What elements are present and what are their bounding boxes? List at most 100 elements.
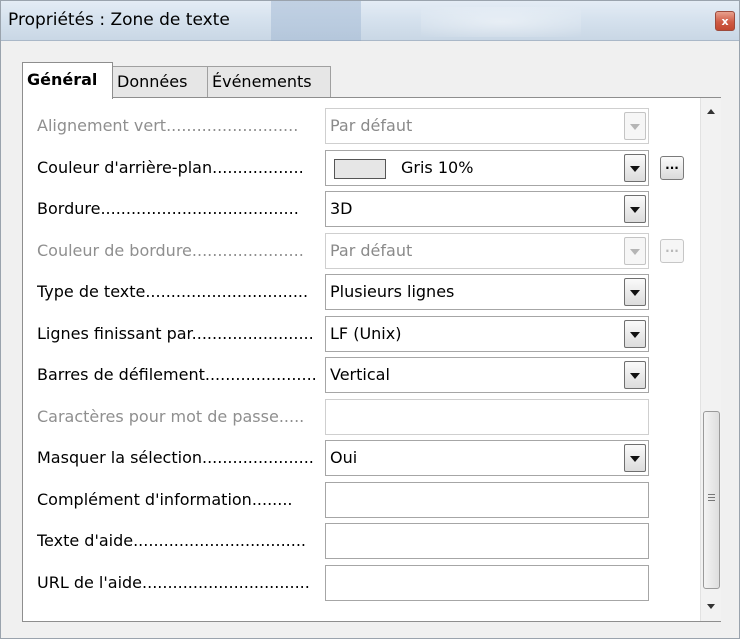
arrow-down-icon (707, 604, 715, 609)
field-value: Oui (330, 448, 358, 467)
property-row: Complément d'information........ (23, 482, 683, 520)
title-bar[interactable]: Propriétés : Zone de texte x (1, 1, 739, 41)
title-bar-glow (421, 7, 581, 37)
field-value: Gris 10% (401, 158, 474, 177)
scroll-up-button[interactable] (701, 102, 721, 122)
chevron-down-icon (630, 290, 640, 296)
property-label: Complément d'information........ (37, 490, 319, 509)
field-value: LF (Unix) (330, 324, 402, 343)
field-value: 3D (330, 199, 353, 218)
chevron-down-icon (630, 332, 640, 338)
property-dropdown: Par défaut (325, 108, 649, 144)
property-row: Couleur de bordure......................… (23, 233, 684, 271)
property-row: Bordure.................................… (23, 191, 683, 229)
property-label-text: Bordure (37, 199, 101, 218)
arrow-up-icon (707, 109, 715, 114)
tab-evenements[interactable]: Événements (207, 66, 331, 98)
property-label-text: Masquer la sélection (37, 448, 202, 467)
tab-donnees[interactable]: Données (112, 66, 208, 98)
property-label-text: Type de texte (37, 282, 146, 301)
property-dropdown[interactable]: Plusieurs lignes (325, 274, 649, 310)
property-row: URL de l'aide...........................… (23, 565, 683, 603)
property-label-text: Lignes finissant par (37, 324, 192, 343)
property-row: Barres de défilement....................… (23, 357, 683, 395)
property-label: Barres de défilement....................… (37, 365, 319, 384)
property-text-field[interactable] (325, 565, 649, 601)
property-label: Texte d'aide............................… (37, 531, 319, 550)
chevron-down-icon (630, 207, 640, 213)
dropdown-button[interactable] (624, 320, 646, 348)
property-label-text: Couleur d'arrière-plan (37, 158, 213, 177)
dropdown-button[interactable] (624, 444, 646, 472)
dropdown-button[interactable] (624, 361, 646, 389)
property-dropdown[interactable]: LF (Unix) (325, 316, 649, 352)
property-label: Alignement vert.........................… (37, 116, 319, 135)
scrollbar-thumb[interactable] (703, 411, 720, 589)
field-value: Par défaut (330, 116, 413, 135)
property-label: Type de texte...........................… (37, 282, 319, 301)
leader-dots: ....................................... (100, 199, 299, 218)
vertical-scrollbar[interactable] (700, 98, 721, 621)
leader-dots: ........................ (191, 324, 314, 343)
property-row: Alignement vert.........................… (23, 108, 683, 146)
chevron-down-icon (630, 166, 640, 172)
dropdown-button[interactable] (624, 278, 646, 306)
leader-dots: ................................ (145, 282, 309, 301)
grip-icon (708, 494, 715, 503)
property-label: Couleur d'arrière-plan.................. (37, 158, 319, 177)
property-dropdown[interactable]: Gris 10% (325, 150, 649, 186)
property-row: Type de texte...........................… (23, 274, 683, 312)
leader-dots: ..... (278, 407, 305, 426)
chevron-down-icon (630, 456, 640, 462)
property-label-text: Complément d'information (37, 490, 252, 509)
property-dropdown: Par défaut (325, 233, 649, 269)
property-row: Caractères pour mot de passe..... (23, 399, 683, 437)
dropdown-button (624, 112, 646, 140)
leader-dots: ...................... (191, 241, 304, 260)
tab-label: Données (117, 72, 188, 91)
properties-dialog: Propriétés : Zone de texte x Données Évé… (0, 0, 740, 639)
property-label-text: Couleur de bordure (37, 241, 192, 260)
dropdown-button[interactable] (624, 195, 646, 223)
property-label-text: Texte d'aide (37, 531, 134, 550)
property-label: Bordure.................................… (37, 199, 319, 218)
close-icon: x (721, 14, 729, 28)
more-options-button[interactable]: ... (660, 156, 684, 180)
title-bar-decoration (271, 1, 361, 41)
chevron-down-icon (630, 124, 640, 130)
property-dropdown[interactable]: 3D (325, 191, 649, 227)
leader-dots: .................. (212, 158, 304, 177)
window-title: Propriétés : Zone de texte (8, 10, 230, 30)
property-row: Texte d'aide............................… (23, 523, 683, 561)
property-label-text: Barres de défilement (37, 365, 205, 384)
property-dropdown[interactable]: Vertical (325, 357, 649, 393)
property-text-field[interactable] (325, 523, 649, 559)
property-text-field[interactable] (325, 482, 649, 518)
property-dropdown[interactable]: Oui (325, 440, 649, 476)
properties-panel: Alignement vert.........................… (22, 97, 721, 622)
tab-label: Événements (212, 72, 312, 91)
leader-dots: ...................... (204, 365, 317, 384)
chevron-down-icon (630, 249, 640, 255)
dropdown-button (624, 237, 646, 265)
property-text-field (325, 399, 649, 435)
more-options-button: ... (660, 239, 684, 263)
close-button[interactable]: x (715, 11, 735, 31)
tab-general[interactable]: Général (22, 62, 113, 99)
tab-label: Général (27, 70, 98, 89)
leader-dots: .......................... (166, 116, 299, 135)
color-swatch (334, 159, 386, 179)
leader-dots: ........ (251, 490, 293, 509)
leader-dots: ...................... (202, 448, 314, 467)
property-label: Couleur de bordure...................... (37, 241, 319, 260)
dropdown-button[interactable] (624, 154, 646, 182)
property-row: Masquer la sélection....................… (23, 440, 683, 478)
property-row: Couleur d'arrière-plan..................… (23, 150, 684, 188)
property-label: Caractères pour mot de passe..... (37, 407, 319, 426)
scroll-down-button[interactable] (701, 597, 721, 617)
leader-dots: ................................. (142, 573, 310, 592)
leader-dots: .................................. (133, 531, 307, 550)
property-label-text: Alignement vert (37, 116, 167, 135)
field-value: Plusieurs lignes (330, 282, 455, 301)
property-label: Masquer la sélection....................… (37, 448, 319, 467)
